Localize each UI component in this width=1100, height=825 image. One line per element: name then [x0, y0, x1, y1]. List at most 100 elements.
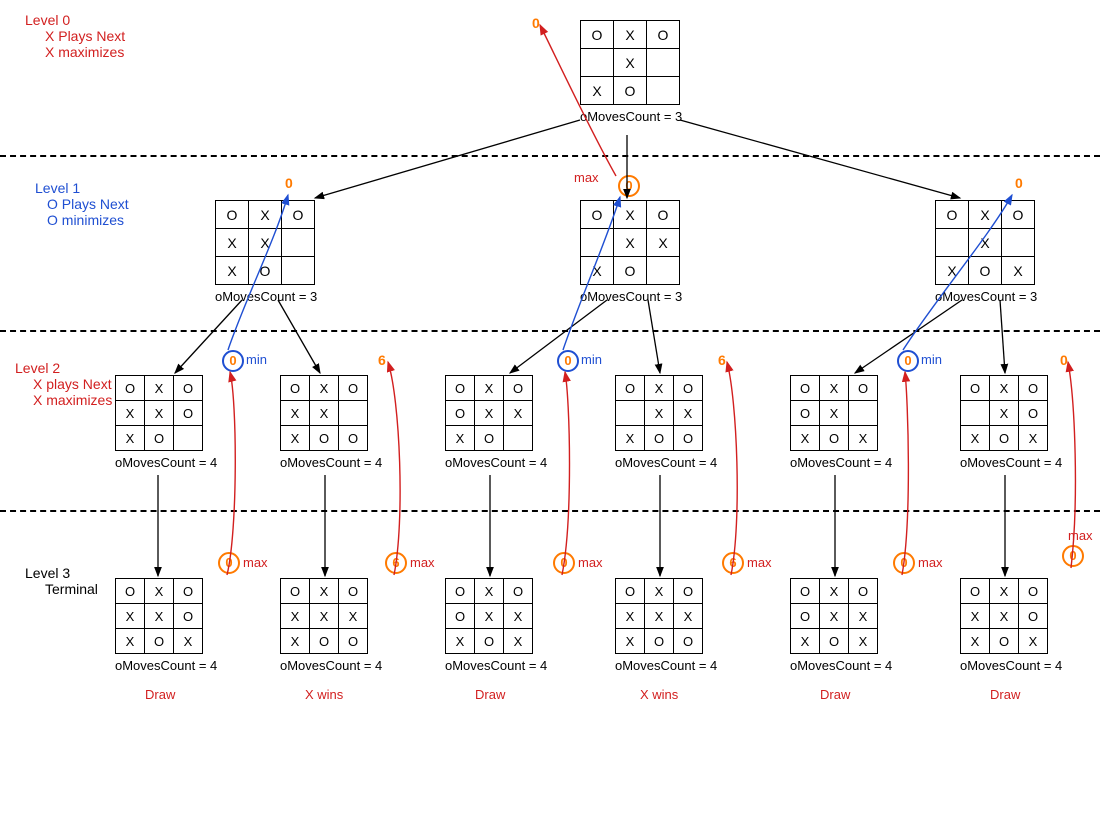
board-l2c1-container: OXOOXXOX oMovesCount = 4	[790, 375, 892, 470]
board-cell: O	[282, 201, 315, 229]
board-cell: O	[791, 376, 820, 401]
board-cell: X	[849, 629, 878, 654]
l3b2-max-label: max	[747, 555, 772, 570]
board-cell: O	[936, 201, 969, 229]
board-l3c2-caption: oMovesCount = 4	[960, 658, 1062, 673]
board-cell: X	[504, 401, 533, 426]
board-cell: O	[1019, 401, 1048, 426]
board-l2a2-container: OXOXXXOO oMovesCount = 4	[280, 375, 382, 470]
board-cell: O	[614, 77, 647, 105]
level-divider-1-2	[0, 330, 1100, 332]
board-cell: X	[961, 426, 990, 451]
board-cell: X	[249, 201, 282, 229]
board-l3c2: OXOXXOXOX	[960, 578, 1048, 654]
board-cell: X	[791, 426, 820, 451]
board-cell	[339, 401, 368, 426]
l2a1-min-label: min	[246, 352, 267, 367]
board-cell: X	[339, 604, 368, 629]
board-cell	[849, 401, 878, 426]
l1b-value-circle: 0	[618, 175, 640, 197]
board-cell: X	[645, 401, 674, 426]
board-l2a1: OXOXXOXO	[115, 375, 203, 451]
board-cell: X	[1019, 629, 1048, 654]
board-cell: X	[990, 401, 1019, 426]
board-cell: X	[475, 579, 504, 604]
level3-label: Level 3 Terminal	[25, 565, 98, 597]
board-cell: O	[1019, 376, 1048, 401]
board-cell: X	[1019, 426, 1048, 451]
board-l3b1-result: Draw	[475, 687, 547, 702]
board-cell: O	[145, 629, 174, 654]
board-cell: O	[647, 21, 680, 49]
board-cell: X	[990, 376, 1019, 401]
board-l2b1-caption: oMovesCount = 4	[445, 455, 547, 470]
root-value: 0	[532, 15, 540, 31]
board-l1b-caption: oMovesCount = 3	[580, 289, 682, 304]
l1a-value: 0	[285, 175, 293, 191]
level1-sub1: O Plays Next	[47, 196, 129, 212]
board-cell: O	[174, 579, 203, 604]
board-cell: X	[936, 257, 969, 285]
board-l3c1-caption: oMovesCount = 4	[790, 658, 892, 673]
board-cell: O	[281, 376, 310, 401]
board-l2c2: OXOXOXOX	[960, 375, 1048, 451]
board-cell: O	[581, 201, 614, 229]
board-l1a-container: OXOXXXO oMovesCount = 3	[215, 200, 317, 304]
board-cell: X	[849, 426, 878, 451]
board-l3c1-result: Draw	[820, 687, 892, 702]
board-cell: X	[116, 426, 145, 451]
board-cell: O	[249, 257, 282, 285]
board-cell	[1002, 229, 1035, 257]
board-cell: O	[475, 629, 504, 654]
board-cell: O	[145, 426, 174, 451]
level0-sub1: X Plays Next	[45, 28, 125, 44]
board-l3b2-container: OXOXXXXOO oMovesCount = 4 X wins	[615, 578, 717, 702]
board-l1c-caption: oMovesCount = 3	[935, 289, 1037, 304]
l2b1-value-circle: 0	[557, 350, 579, 372]
board-l2a2-caption: oMovesCount = 4	[280, 455, 382, 470]
board-l2c2-container: OXOXOXOX oMovesCount = 4	[960, 375, 1062, 470]
board-l2b2: OXOXXXOO	[615, 375, 703, 451]
board-cell: O	[614, 257, 647, 285]
level1-label: Level 1 O Plays Next O minimizes	[35, 180, 129, 228]
level3-title: Level 3	[25, 565, 98, 581]
board-cell: O	[310, 629, 339, 654]
board-cell: X	[614, 21, 647, 49]
board-cell: X	[310, 376, 339, 401]
level0-sub2: X maximizes	[45, 44, 125, 60]
board-l3b2-caption: oMovesCount = 4	[615, 658, 717, 673]
l2c2-value: 0	[1060, 352, 1068, 368]
board-cell: O	[616, 376, 645, 401]
board-cell: O	[616, 579, 645, 604]
l3c2-value-circle: 0	[1062, 545, 1084, 567]
board-l3b1: OXOOXXXOX	[445, 578, 533, 654]
board-cell: X	[674, 604, 703, 629]
board-cell	[581, 49, 614, 77]
board-cell: O	[446, 604, 475, 629]
level-divider-0-1	[0, 155, 1100, 157]
level2-label: Level 2 X plays Next X maximizes	[15, 360, 112, 408]
l3a1-max-label: max	[243, 555, 268, 570]
board-cell: O	[446, 376, 475, 401]
board-cell: O	[116, 376, 145, 401]
board-cell: X	[791, 629, 820, 654]
board-cell: X	[216, 229, 249, 257]
board-cell: X	[281, 426, 310, 451]
l3a2-value-circle: 6	[385, 552, 407, 574]
board-l2b2-container: OXOXXXOO oMovesCount = 4	[615, 375, 717, 470]
board-cell: X	[581, 77, 614, 105]
level1-sub2: O minimizes	[47, 212, 129, 228]
level2-sub2: X maximizes	[33, 392, 112, 408]
board-cell: X	[614, 201, 647, 229]
board-cell: X	[475, 376, 504, 401]
board-cell: X	[475, 604, 504, 629]
board-cell: X	[249, 229, 282, 257]
board-cell: X	[969, 229, 1002, 257]
board-cell: X	[116, 629, 145, 654]
l2c1-value-circle: 0	[897, 350, 919, 372]
board-cell: O	[1002, 201, 1035, 229]
board-cell: X	[475, 401, 504, 426]
board-cell: X	[645, 579, 674, 604]
board-cell: X	[990, 579, 1019, 604]
l2b1-min-label: min	[581, 352, 602, 367]
